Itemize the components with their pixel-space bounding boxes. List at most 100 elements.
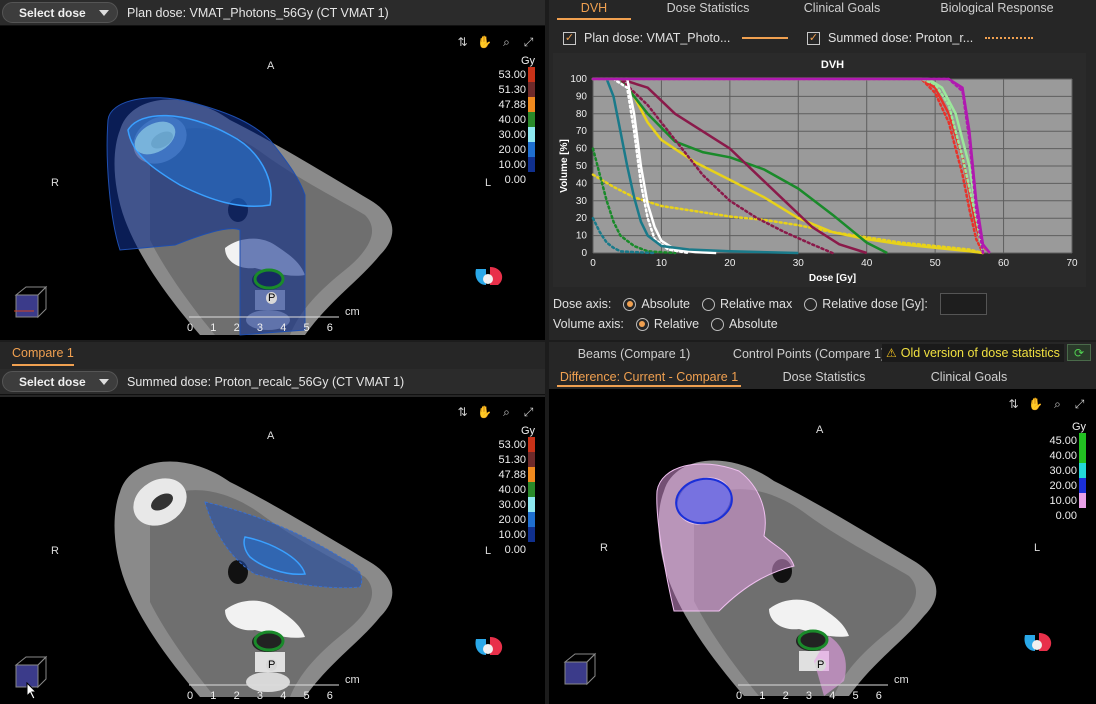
compare-dose-panel: Compare 1 Select dose Summed dose: Proto… xyxy=(0,342,545,704)
legend-level-value: 30.00 xyxy=(1049,464,1077,477)
volume-axis-relative-radio[interactable]: Relative xyxy=(635,317,699,331)
dose-axis-absolute-radio[interactable]: Absolute xyxy=(623,297,690,311)
zoom-icon[interactable]: ⌕ xyxy=(1049,397,1066,412)
tab-clinical-goals[interactable]: Clinical Goals xyxy=(777,0,907,20)
tab-dvh[interactable]: DVH xyxy=(549,0,639,20)
y-tick-label: 60 xyxy=(576,144,588,155)
legend-level-value: 51.30 xyxy=(498,83,526,96)
dvh-legend-summed[interactable]: ✓ Summed dose: Proton_r... xyxy=(807,31,1034,45)
legend-unit: Gy xyxy=(520,55,535,67)
fullscreen-icon[interactable]: ⤢ xyxy=(520,35,537,50)
legend-level: 51.30 xyxy=(490,82,535,97)
select-dose-label: Select dose xyxy=(19,5,86,20)
pan-hand-icon[interactable]: ✋ xyxy=(476,405,493,420)
legend-swatch xyxy=(528,452,535,467)
dose-statistics-warning[interactable]: ⚠ Old version of dose statistics xyxy=(882,344,1064,362)
y-tick-label: 80 xyxy=(576,109,588,120)
scale-tick-label: 5 xyxy=(852,690,859,702)
radio-icon xyxy=(804,297,818,311)
warning-text: Old version of dose statistics xyxy=(900,346,1060,360)
volume-axis-absolute-radio[interactable]: Absolute xyxy=(711,317,778,331)
tab-dose-statistics[interactable]: Dose Statistics xyxy=(639,0,777,20)
legend-dotted-line xyxy=(985,37,1034,39)
tab-label: Beams (Compare 1) xyxy=(577,347,691,361)
legend-level: 30.00 xyxy=(490,497,535,512)
pan-hand-icon[interactable]: ✋ xyxy=(476,35,493,50)
scale-tick-label: 0 xyxy=(187,690,194,702)
legend-swatch xyxy=(528,437,535,452)
scale-tick-label: 6 xyxy=(875,690,882,702)
x-tick-label: 20 xyxy=(724,258,736,269)
refresh-icon[interactable]: ⟳ xyxy=(1067,344,1091,361)
tab-label: Clinical Goals xyxy=(803,1,881,15)
orientation-cube-icon[interactable] xyxy=(563,652,597,686)
scale-tick-label: 2 xyxy=(233,690,240,702)
tab-control-points-compare[interactable]: Control Points (Compare 1) xyxy=(719,342,899,364)
legend-unit: Gy xyxy=(520,425,535,437)
legend-swatch xyxy=(528,97,535,112)
difference-ct-viewport[interactable]: ⇅ ✋ ⌕ ⤢ A R L P Gy 45.00 40.00 30.00 20.00 1… xyxy=(549,389,1096,704)
tab-clinical-goals-lower[interactable]: Clinical Goals xyxy=(899,365,1039,387)
checkbox-checked-icon[interactable]: ✓ xyxy=(807,31,820,45)
tab-label: Biological Response xyxy=(940,1,1054,15)
zoom-icon[interactable]: ⌕ xyxy=(498,405,515,420)
scale-tick-label: 1 xyxy=(210,322,217,334)
orientation-anterior: A xyxy=(267,60,275,72)
dvh-chart[interactable]: 0 10 20 30 40 50 60 70 0 10 20 30 40 50 60 70 80 90 100 DVH… xyxy=(553,53,1086,287)
legend-level: 53.00 xyxy=(490,67,535,82)
dose-axis-relative-dose-radio[interactable]: Relative dose [Gy]: xyxy=(804,297,928,311)
tab-difference[interactable]: Difference: Current - Compare 1 xyxy=(549,365,749,387)
tab-beams-compare[interactable]: Beams (Compare 1) xyxy=(549,342,719,364)
compare-dose-ct-viewport[interactable]: ⇅ ✋ ⌕ ⤢ A R L P Gy 53.00 51.30 47.88 40.00 3… xyxy=(0,397,545,704)
legend-level: 40.00 xyxy=(490,112,535,127)
pan-hand-icon[interactable]: ✋ xyxy=(1027,397,1044,412)
checkbox-checked-icon[interactable]: ✓ xyxy=(563,31,576,45)
legend-level: 10.00 xyxy=(490,157,535,172)
scale-ticks: 0 1 2 3 4 5 6 xyxy=(736,690,899,702)
dose-axis-relative-max-radio[interactable]: Relative max xyxy=(702,297,792,311)
legend-level: 30.00 xyxy=(1041,463,1086,478)
legend-level-value: 30.00 xyxy=(498,128,526,141)
window-level-icon[interactable]: ⇅ xyxy=(454,405,471,420)
legend-swatch xyxy=(528,142,535,157)
tab-dose-statistics-lower[interactable]: Dose Statistics xyxy=(749,365,899,387)
scale-unit: cm xyxy=(345,674,360,686)
orientation-left: L xyxy=(1034,542,1041,554)
warning-icon: ⚠ xyxy=(886,346,897,360)
relative-dose-input[interactable] xyxy=(939,293,987,315)
x-tick-label: 60 xyxy=(998,258,1010,269)
legend-level-value: 0.00 xyxy=(504,543,526,556)
radio-label: Absolute xyxy=(641,297,691,311)
legend-level-value: 20.00 xyxy=(498,143,526,156)
y-tick-label: 90 xyxy=(576,91,588,102)
select-dose-label: Select dose xyxy=(19,374,86,389)
legend-level-value: 0.00 xyxy=(1055,509,1077,522)
y-axis-label: Volume [%] xyxy=(559,139,570,193)
tab-biological-response[interactable]: Biological Response xyxy=(907,0,1087,20)
window-level-icon[interactable]: ⇅ xyxy=(1005,397,1022,412)
legend-level: 47.88 xyxy=(490,467,535,482)
zoom-icon[interactable]: ⌕ xyxy=(498,35,515,50)
legend-level-value: 53.00 xyxy=(498,68,526,81)
legend-level-value: 47.88 xyxy=(498,98,526,111)
chart-title: DVH xyxy=(821,59,844,71)
scale-tick-label: 3 xyxy=(805,690,813,702)
fullscreen-icon[interactable]: ⤢ xyxy=(1071,397,1088,412)
dvh-tabs: DVH Dose Statistics Clinical Goals Biolo… xyxy=(549,0,1096,20)
legend-level: 45.00 xyxy=(1041,433,1086,448)
window-level-icon[interactable]: ⇅ xyxy=(454,35,471,50)
tab-compare-1[interactable]: Compare 1 xyxy=(4,346,82,366)
select-dose-button[interactable]: Select dose xyxy=(2,2,118,23)
scale-ticks: 0 1 2 3 4 5 6 xyxy=(187,690,350,702)
legend-level: 10.00 xyxy=(1041,493,1086,508)
y-tick-label: 30 xyxy=(576,196,588,207)
tab-label: Difference: Current - Compare 1 xyxy=(559,370,739,384)
distance-scale: 0 1 2 3 4 5 6 cm xyxy=(187,306,360,334)
orientation-cube-icon[interactable] xyxy=(14,285,48,319)
select-dose-button-compare[interactable]: Select dose xyxy=(2,371,118,392)
y-tick-label: 10 xyxy=(576,231,588,242)
fullscreen-icon[interactable]: ⤢ xyxy=(520,405,537,420)
dvh-panel: DVH Dose Statistics Clinical Goals Biolo… xyxy=(549,0,1096,340)
dvh-legend-plan[interactable]: ✓ Plan dose: VMAT_Photo... xyxy=(563,31,789,45)
plan-dose-ct-viewport[interactable]: ⇅ ✋ ⌕ ⤢ A R L P Gy 53.00 51.30 47.88 40.00 3… xyxy=(0,27,545,340)
